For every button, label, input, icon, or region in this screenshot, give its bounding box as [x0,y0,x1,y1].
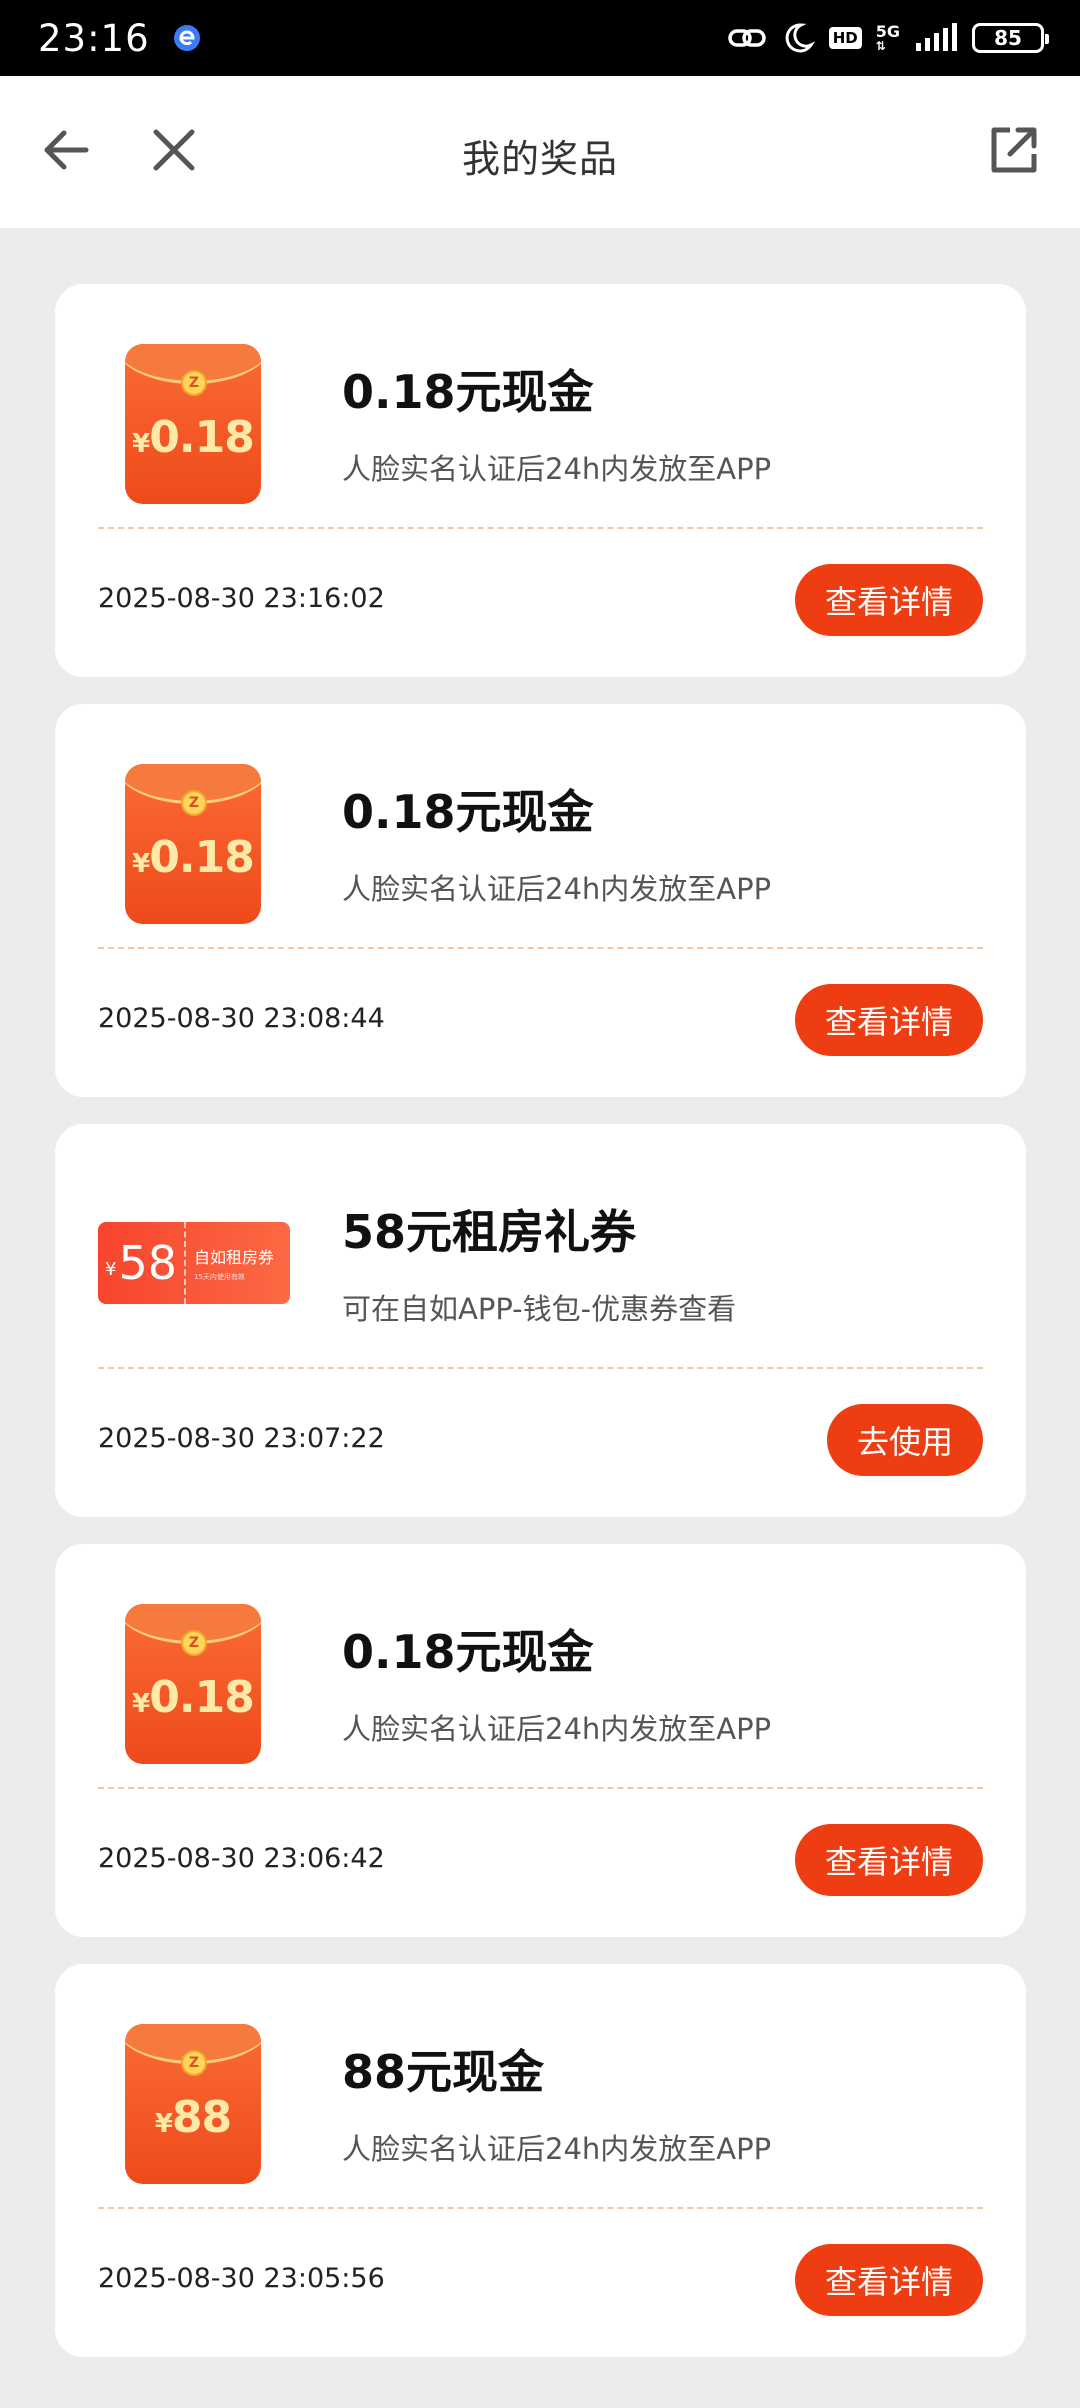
signal-icon [914,23,958,53]
red-envelope-icon: Z ¥0.18 [125,764,261,924]
divider [98,1787,983,1789]
prize-list: Z ¥0.18 0.18元现金 人脸实名认证后24h内发放至APP 2025-0… [55,284,1026,2384]
navigation-bar: 我的奖品 [0,76,1080,228]
divider [98,527,983,529]
red-envelope-icon: Z ¥0.18 [125,344,261,504]
hd-badge: HD [828,27,862,49]
prize-description: 人脸实名认证后24h内发放至APP [342,2132,772,2166]
moon-icon [781,21,815,55]
prize-title: 0.18元现金 [342,785,594,839]
prize-description: 人脸实名认证后24h内发放至APP [342,1712,772,1746]
prize-timestamp: 2025-08-30 23:07:22 [98,1423,385,1454]
view-details-button[interactable]: 查看详情 [794,2244,983,2316]
prize-description: 人脸实名认证后24h内发放至APP [342,872,772,906]
red-envelope-icon: Z ¥88 [125,2024,261,2184]
link-icon [727,23,767,53]
page-title: 我的奖品 [461,137,618,181]
rental-coupon-icon: ¥ 58 自如租房券 15天内使用有效 [98,1222,290,1304]
prize-title: 58元租房礼券 [342,1205,637,1259]
view-details-button[interactable]: 查看详情 [794,1824,983,1896]
prize-title: 0.18元现金 [342,365,594,419]
browser-app-icon [172,23,202,53]
prize-card: Z ¥0.18 0.18元现金 人脸实名认证后24h内发放至APP 2025-0… [55,284,1026,677]
prize-timestamp: 2025-08-30 23:06:42 [98,1843,385,1874]
view-details-button[interactable]: 查看详情 [794,564,983,636]
prize-card: Z ¥0.18 0.18元现金 人脸实名认证后24h内发放至APP 2025-0… [55,704,1026,1097]
prize-description: 人脸实名认证后24h内发放至APP [342,452,772,486]
divider [98,1367,983,1369]
status-bar: 23:16 HD 5G ⇅ 85 [0,0,1080,76]
battery-indicator: 85 [972,23,1049,53]
prize-timestamp: 2025-08-30 23:16:02 [98,583,385,614]
prize-card: Z ¥0.18 0.18元现金 人脸实名认证后24h内发放至APP 2025-0… [55,1544,1026,1937]
prize-title: 0.18元现金 [342,1625,594,1679]
divider [98,947,983,949]
prize-description: 可在自如APP-钱包-优惠券查看 [342,1292,737,1326]
divider [98,2207,983,2209]
prize-card: Z ¥88 88元现金 人脸实名认证后24h内发放至APP 2025-08-30… [55,1964,1026,2357]
prize-timestamp: 2025-08-30 23:05:56 [98,2263,385,2294]
prize-title: 88元现金 [342,2045,545,2099]
network-type: 5G ⇅ [875,22,900,53]
share-external-icon[interactable] [984,120,1044,180]
use-coupon-button[interactable]: 去使用 [826,1404,983,1476]
red-envelope-icon: Z ¥0.18 [125,1604,261,1764]
prize-timestamp: 2025-08-30 23:08:44 [98,1003,385,1034]
view-details-button[interactable]: 查看详情 [794,984,983,1056]
prize-card: ¥ 58 自如租房券 15天内使用有效 58元租房礼券 可在自如APP-钱包-优… [55,1124,1026,1517]
status-time: 23:16 [38,16,150,60]
